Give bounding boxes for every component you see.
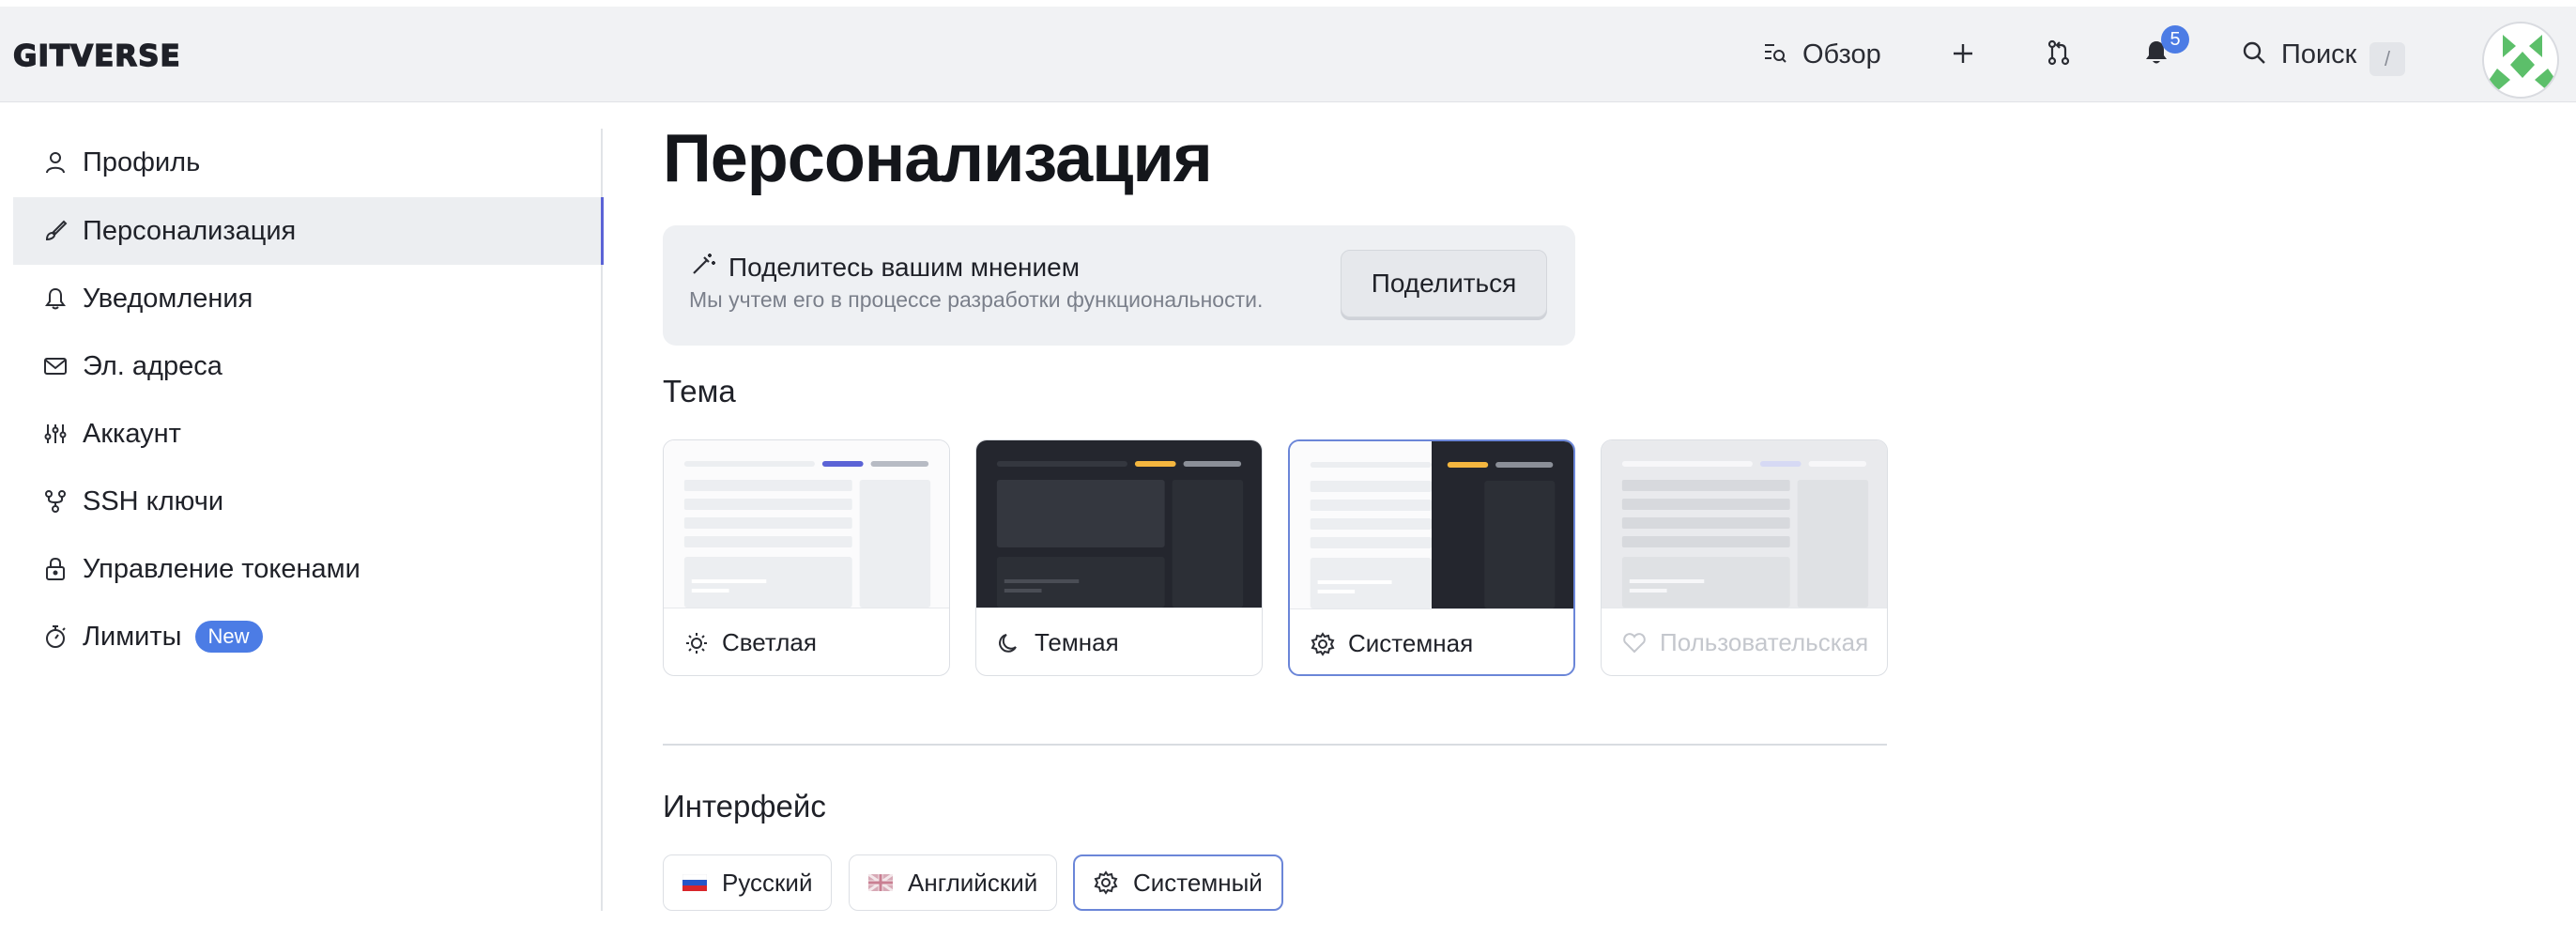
create-button[interactable] xyxy=(1951,7,1975,102)
theme-option-label: Темная xyxy=(1035,628,1119,656)
sidebar-item-label: SSH ключи xyxy=(83,485,224,516)
sun-icon xyxy=(684,631,709,655)
language-label: Системный xyxy=(1133,868,1263,897)
sidebar-item-label: Аккаунт xyxy=(83,418,181,449)
sidebar-item-label: Уведомления xyxy=(83,283,253,314)
sidebar-item-label: Персонализация xyxy=(83,215,297,246)
dark-theme-preview xyxy=(976,440,1262,608)
sidebar-item-limits[interactable]: Лимиты New xyxy=(13,603,601,670)
overview-button[interactable]: Обзор xyxy=(1763,7,1881,102)
theme-option-custom: Пользовательская xyxy=(1601,439,1888,676)
theme-option-footer: Темная xyxy=(976,608,1262,675)
theme-heading: Тема xyxy=(663,374,736,408)
feedback-subtitle: Мы учтем его в процессе разработки функц… xyxy=(689,287,1264,312)
gitverse-logo[interactable]: GITVERSE xyxy=(13,42,267,70)
overview-icon xyxy=(1763,40,1787,69)
sidebar-active-indicator xyxy=(601,197,604,265)
sidebar-item-label: Управление токенами xyxy=(83,553,360,584)
theme-option-dark[interactable]: Темная xyxy=(975,439,1263,676)
plus-icon xyxy=(1951,35,1975,75)
sidebar-item-label: Профиль xyxy=(83,146,201,177)
heart-icon xyxy=(1622,632,1647,654)
notifications-count-badge: 5 xyxy=(2161,25,2189,54)
top-header: GITVERSE Обзор 5 Поиск / xyxy=(0,7,2576,102)
gear-icon xyxy=(1094,870,1118,895)
uk-flag-icon xyxy=(868,874,893,891)
bell-icon xyxy=(41,285,69,313)
theme-option-label: Светлая xyxy=(722,628,817,656)
pull-requests-button[interactable] xyxy=(2047,7,2071,102)
sidebar-item-emails[interactable]: Эл. адреса xyxy=(13,332,601,400)
user-icon xyxy=(41,148,69,177)
pull-request-icon xyxy=(2047,39,2071,70)
feedback-title: Поделитесь вашим мнением xyxy=(728,252,1080,282)
russia-flag-icon xyxy=(682,874,707,891)
language-label: Английский xyxy=(908,868,1038,897)
magic-wand-icon xyxy=(691,252,715,283)
feedback-banner: Поделитесь вашим мнением Мы учтем его в … xyxy=(663,225,1575,346)
light-theme-preview xyxy=(664,440,949,608)
user-avatar[interactable] xyxy=(2482,22,2559,99)
theme-option-light[interactable]: Светлая xyxy=(663,439,950,676)
moon-icon xyxy=(997,631,1021,655)
timer-icon xyxy=(41,623,69,651)
search-label: Поиск xyxy=(2281,38,2357,69)
custom-theme-preview xyxy=(1602,440,1887,608)
search-button[interactable]: Поиск xyxy=(2242,7,2356,102)
section-divider xyxy=(663,744,1887,746)
theme-option-system[interactable]: Системная xyxy=(1288,439,1575,676)
sliders-icon xyxy=(41,420,69,448)
key-fork-icon xyxy=(41,487,69,516)
sidebar-item-label: Эл. адреса xyxy=(83,350,222,381)
logo-wordmark: GITVERSE xyxy=(13,42,181,70)
sidebar-item-ssh-keys[interactable]: SSH ключи xyxy=(13,468,601,535)
theme-option-footer: Системная xyxy=(1290,608,1573,674)
share-button[interactable]: Поделиться xyxy=(1341,250,1547,317)
sidebar-item-notifications[interactable]: Уведомления xyxy=(13,265,601,332)
language-russian-button[interactable]: Русский xyxy=(663,854,833,911)
logo-text: GITVERSE xyxy=(13,42,181,70)
language-english-button[interactable]: Английский xyxy=(849,854,1058,911)
sidebar-item-personalization[interactable]: Персонализация xyxy=(13,197,601,265)
sidebar-item-profile[interactable]: Профиль xyxy=(13,129,601,196)
interface-heading: Интерфейс xyxy=(663,789,826,824)
mail-icon xyxy=(41,352,69,380)
theme-option-footer: Пользовательская xyxy=(1602,608,1887,675)
sidebar-item-tokens[interactable]: Управление токенами xyxy=(13,535,601,603)
language-system-button[interactable]: Системный xyxy=(1073,854,1283,911)
theme-option-footer: Светлая xyxy=(664,608,949,675)
sidebar-item-account[interactable]: Аккаунт xyxy=(13,400,601,468)
search-icon xyxy=(2242,40,2266,69)
theme-option-label: Пользовательская xyxy=(1660,628,1869,656)
new-badge: New xyxy=(194,621,263,653)
avatar-image xyxy=(2488,35,2557,91)
feedback-title-row: Поделитесь вашим мнением xyxy=(691,252,1080,283)
gear-icon xyxy=(1311,631,1335,656)
lock-icon xyxy=(41,555,69,583)
overview-label: Обзор xyxy=(1802,38,1881,69)
brush-icon xyxy=(41,217,69,245)
system-theme-preview xyxy=(1290,441,1573,608)
search-shortcut-key: / xyxy=(2369,42,2405,76)
theme-option-label: Системная xyxy=(1348,629,1474,657)
sidebar-item-label: Лимиты xyxy=(83,621,182,652)
language-label: Русский xyxy=(722,868,813,897)
notifications-button[interactable] xyxy=(2144,7,2169,102)
page-title: Персонализация xyxy=(663,121,1213,196)
